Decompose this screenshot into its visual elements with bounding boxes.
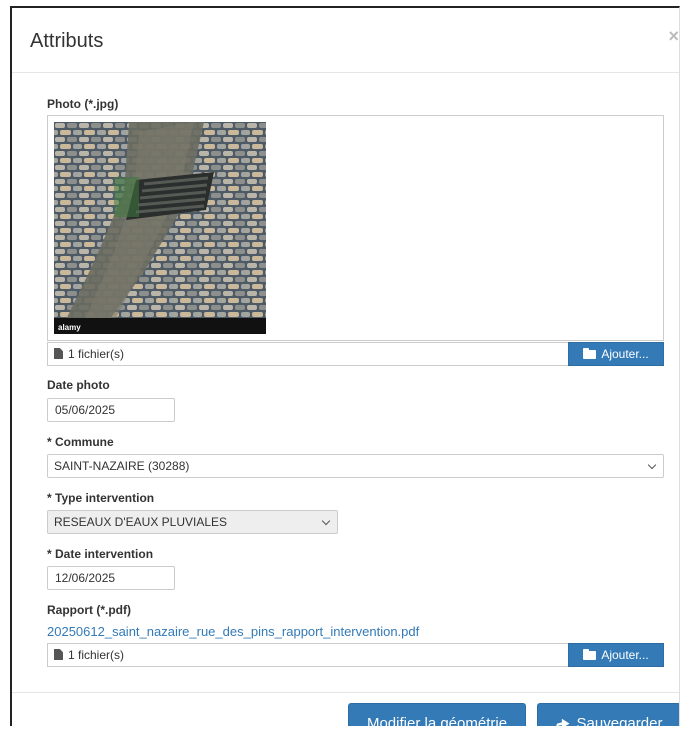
rapport-add-button[interactable]: Ajouter... [568,643,664,667]
date-intervention-input[interactable]: 12/06/2025 [47,566,175,590]
share-icon [555,718,570,726]
photo-file-count: 1 fichier(s) [54,347,124,361]
commune-select[interactable]: SAINT-NAZAIRE (30288) [47,454,664,478]
close-icon[interactable]: × [668,26,679,47]
drain-photo-image: alamy [54,122,266,334]
modal-footer: Modifier la géométrie Sauvegarder [12,692,679,726]
photo-add-label: Ajouter... [601,347,649,361]
chevron-down-icon [321,516,331,526]
attributes-modal: Attributs × Photo (*.jpg) alamy 1 fichie… [10,6,680,726]
date-intervention-label: * Date intervention [47,547,154,561]
folder-open-icon [583,648,597,660]
commune-select-value: SAINT-NAZAIRE (30288) [54,459,190,473]
photo-file-row: 1 fichier(s) Ajouter... [47,342,664,366]
photo-label: Photo (*.jpg) [47,97,119,111]
type-intervention-label: * Type intervention [47,491,155,505]
save-label: Sauvegarder [576,714,663,727]
type-intervention-select-value: RESEAUX D'EAUX PLUVIALES [54,515,228,529]
rapport-file-row: 1 fichier(s) Ajouter... [47,643,664,667]
type-intervention-select[interactable]: RESEAUX D'EAUX PLUVIALES [47,510,338,534]
photo-thumbnail[interactable]: alamy [54,122,266,334]
chevron-down-icon [647,460,657,470]
photo-watermark: alamy [58,323,81,332]
modal-header: Attributs × [12,8,679,73]
modal-title: Attributs [30,30,104,52]
date-photo-input[interactable]: 05/06/2025 [47,398,175,422]
rapport-label: Rapport (*.pdf) [47,603,131,617]
photo-add-button[interactable]: Ajouter... [568,342,664,366]
file-icon [54,649,63,660]
commune-label: * Commune [47,435,114,449]
modify-geometry-label: Modifier la géométrie [366,714,508,727]
date-photo-label: Date photo [47,378,110,392]
folder-open-icon [583,347,597,359]
photo-file-count-text: 1 fichier(s) [68,347,125,361]
rapport-file-count: 1 fichier(s) [54,648,124,662]
photo-preview-box: alamy [47,115,664,341]
rapport-file-link[interactable]: 20250612_saint_nazaire_rue_des_pins_rapp… [47,624,419,639]
rapport-file-count-text: 1 fichier(s) [68,648,125,662]
file-icon [54,348,63,359]
save-button[interactable]: Sauvegarder [537,703,679,727]
modify-geometry-button[interactable]: Modifier la géométrie [348,703,526,726]
rapport-add-label: Ajouter... [601,648,649,662]
